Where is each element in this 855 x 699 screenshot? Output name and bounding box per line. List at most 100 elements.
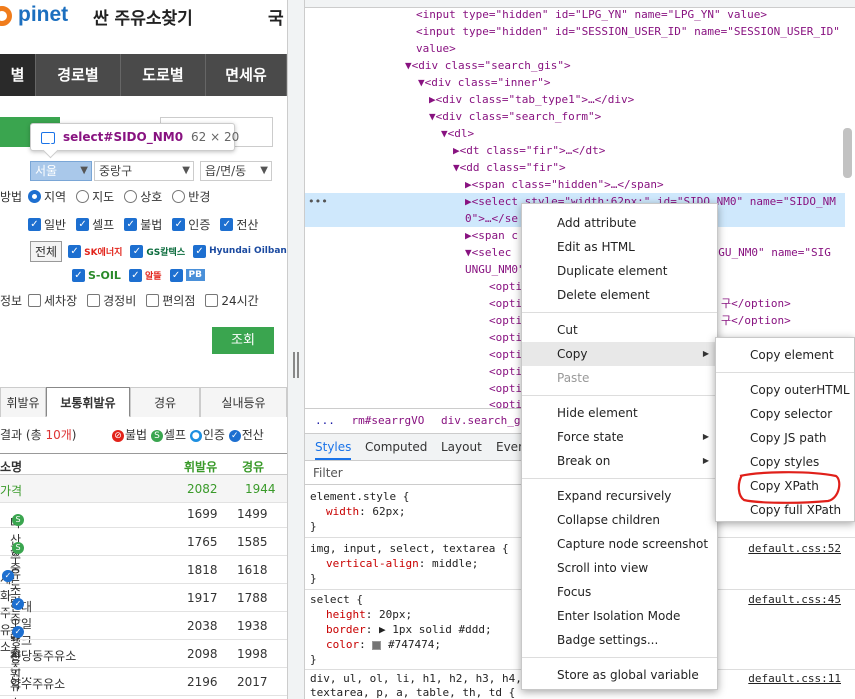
dom-node[interactable]: UNGU_NM0" <box>465 261 525 278</box>
tab-diesel[interactable]: 경유 <box>130 387 200 417</box>
dong-select[interactable]: 읍/면/동 ▼ <box>200 161 272 181</box>
checkbox-general[interactable]: ✓ <box>28 217 41 231</box>
menu-add-attribute[interactable]: Add attribute <box>522 211 717 235</box>
search-button[interactable]: 조회 <box>212 327 274 354</box>
menu-copy-selector[interactable]: Copy selector <box>716 402 854 426</box>
dom-node[interactable]: <opti <box>489 278 522 295</box>
dom-node[interactable]: ▼<selec <box>465 244 511 261</box>
list-item[interactable]: 약수주유소 2196 2017 <box>0 668 287 696</box>
color-swatch-icon[interactable] <box>372 640 382 650</box>
radio-region[interactable] <box>28 189 41 203</box>
dom-node[interactable]: ▼<div class="search_gis"> <box>405 57 571 74</box>
menu-break-on[interactable]: Break on ▶ <box>522 449 717 473</box>
drag-handle-icon[interactable] <box>293 352 299 378</box>
menu-cut[interactable]: Cut <box>522 318 717 342</box>
rule-decl[interactable]: color: #747474; <box>326 637 441 652</box>
checkbox-computerized[interactable]: ✓ <box>220 217 234 231</box>
dom-node[interactable]: <input type="hidden" id="SESSION_USER_ID… <box>416 23 840 40</box>
checkbox-hyundai[interactable]: ✓ <box>193 244 207 258</box>
menu-copy-js-path[interactable]: Copy JS path <box>716 426 854 450</box>
breadcrumb-item[interactable]: div.search_gis <box>441 414 534 427</box>
dom-node[interactable]: ▼<dl> <box>441 125 474 142</box>
select-all-button[interactable]: 전체 <box>30 240 63 262</box>
menu-copy[interactable]: Copy ▶ <box>522 342 717 366</box>
menu-copy-outerhtml[interactable]: Copy outerHTML <box>716 378 854 402</box>
sigungu-select[interactable]: 중랑구 ▼ <box>94 161 194 181</box>
more-icon[interactable]: ••• <box>308 193 328 210</box>
dom-node[interactable]: ▶<span c <box>465 227 518 244</box>
rule-decl[interactable]: vertical-align: middle; <box>326 556 478 571</box>
dom-node[interactable]: <opti <box>489 295 522 312</box>
dom-node[interactable]: ▶<dt class="fir">…</dt> <box>453 142 605 159</box>
list-item[interactable]: 장충주유소✓ 2038 1938 <box>0 612 287 699</box>
dom-node[interactable]: ▼<div class="search_form"> <box>429 108 601 125</box>
tab-region[interactable]: 별 <box>0 54 36 96</box>
tab-computed[interactable]: Computed <box>365 440 427 454</box>
checkbox-gs[interactable]: ✓ <box>130 244 144 258</box>
dom-node[interactable]: <opti <box>489 346 522 363</box>
sido-select[interactable]: 서울 ▼ <box>30 161 92 181</box>
dom-node[interactable]: <opti <box>489 329 522 346</box>
checkbox-soil[interactable]: ✓ <box>72 268 85 282</box>
breadcrumb-more[interactable]: ... <box>315 414 335 427</box>
rule-source-link[interactable]: default.css:11 <box>748 671 841 686</box>
list-item[interactable]: 신당동주유소 2098 1998 <box>0 640 287 668</box>
list-item[interactable]: 다산주유소S 1699 1499 <box>0 500 287 598</box>
radio-name[interactable] <box>124 189 138 203</box>
checkbox-altteul[interactable]: ✓ <box>128 268 142 282</box>
radio-radius[interactable] <box>172 189 186 203</box>
site-logo[interactable]: pinet <box>18 3 68 27</box>
checkbox-pb[interactable]: ✓ <box>169 268 183 282</box>
dom-node[interactable]: ▼<div class="inner"> <box>418 74 550 91</box>
tab-road[interactable]: 도로별 <box>121 54 206 96</box>
menu-copy-styles[interactable]: Copy styles <box>716 450 854 474</box>
menu-delete-element[interactable]: Delete element <box>522 283 717 307</box>
rule-decl[interactable]: width: 62px; <box>326 504 406 519</box>
checkbox-self[interactable]: ✓ <box>76 217 90 231</box>
tab-layout[interactable]: Layout <box>441 440 482 454</box>
panel-splitter[interactable] <box>287 0 305 699</box>
dom-node[interactable]: ▶<div class="tab_type1">…</div> <box>429 91 634 108</box>
menu-copy-full-xpath[interactable]: Copy full XPath <box>716 498 854 522</box>
checkbox-carwash[interactable]: ✓ <box>28 293 41 307</box>
menu-copy-xpath[interactable]: Copy XPath <box>716 474 854 498</box>
tab-taxfree[interactable]: 면세유 <box>206 54 287 96</box>
rule-decl[interactable]: border: ▶ 1px solid #ddd; <box>326 622 492 637</box>
dom-node[interactable]: ▼<dd class="fir"> <box>453 159 566 176</box>
dom-node[interactable]: <opti <box>489 363 522 380</box>
checkbox-illegal[interactable]: ✓ <box>124 217 138 231</box>
checkbox-certified[interactable]: ✓ <box>172 217 186 231</box>
rule-source-link[interactable]: default.css:45 <box>748 592 841 607</box>
rule-source-link[interactable]: default.css:52 <box>748 541 841 556</box>
menu-expand-recursively[interactable]: Expand recursively <box>522 484 717 508</box>
menu-collapse-children[interactable]: Collapse children <box>522 508 717 532</box>
breadcrumb-item[interactable]: rm#searrgVO <box>352 414 425 427</box>
menu-store-as-global-variable[interactable]: Store as global variable <box>522 663 717 687</box>
menu-force-state[interactable]: Force state ▶ <box>522 425 717 449</box>
dom-node[interactable]: <opti <box>489 312 522 329</box>
menu-edit-as-html[interactable]: Edit as HTML <box>522 235 717 259</box>
menu-focus[interactable]: Focus <box>522 580 717 604</box>
menu-badge-settings[interactable]: Badge settings... <box>522 628 717 652</box>
dom-node[interactable]: ▶<span class="hidden">…</span> <box>465 176 664 193</box>
tab-regular-gasoline[interactable]: 보통휘발유 <box>46 387 130 417</box>
dom-node[interactable]: <input type="hidden" id="LPG_YN" name="L… <box>416 6 767 23</box>
menu-capture-node-screenshot[interactable]: Capture node screenshot <box>522 532 717 556</box>
checkbox-maintenance[interactable]: ✓ <box>87 293 101 307</box>
tab-styles[interactable]: Styles <box>315 440 352 460</box>
menu-duplicate-element[interactable]: Duplicate element <box>522 259 717 283</box>
checkbox-sk[interactable]: ✓ <box>68 244 82 258</box>
dom-node[interactable]: value> <box>416 40 456 57</box>
checkbox-store[interactable]: ✓ <box>146 293 160 307</box>
dom-node[interactable]: <opti <box>489 380 522 397</box>
list-item[interactable]: 현대오일뱅크 장원...✓ 1917 1788 <box>0 584 287 682</box>
menu-isolation-mode[interactable]: Enter Isolation Mode <box>522 604 717 628</box>
list-item[interactable]: 세화주유소●✓ 1818 1618 <box>0 556 287 654</box>
menu-scroll-into-view[interactable]: Scroll into view <box>522 556 717 580</box>
tab-premium-gasoline[interactable]: 휘발유 <box>0 387 46 417</box>
rule-decl[interactable]: height: 20px; <box>326 607 412 622</box>
menu-hide-element[interactable]: Hide element <box>522 401 717 425</box>
checkbox-24h[interactable]: ✓ <box>205 293 219 307</box>
radio-map[interactable] <box>76 189 90 203</box>
tab-kerosene[interactable]: 실내등유 <box>200 387 287 417</box>
